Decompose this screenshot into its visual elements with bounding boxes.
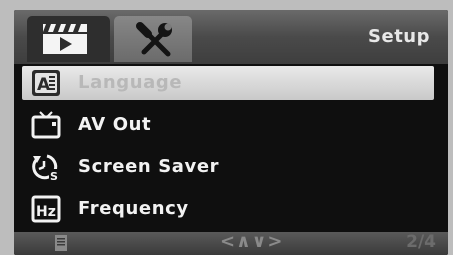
tab-video[interactable] [27, 16, 110, 62]
screensaver-icon: S [32, 154, 60, 182]
camera-screen: Setup A Language AV Out S Screen Saver H… [14, 10, 448, 255]
tab-setup[interactable] [114, 16, 192, 62]
menu-item-frequency[interactable]: Hz Frequency [22, 192, 434, 226]
navigation-arrows[interactable]: <∧∨> [220, 231, 283, 252]
menu-item-label: Language [78, 72, 183, 93]
menu-item-label: Frequency [78, 198, 189, 219]
tv-icon [31, 111, 61, 139]
frequency-icon-letters: Hz [36, 204, 56, 220]
document-icon [55, 235, 67, 251]
top-bar: Setup [14, 10, 448, 64]
language-icon: A [32, 70, 60, 96]
menu-item-language[interactable]: A Language [22, 66, 434, 100]
language-icon-letter: A [37, 75, 51, 95]
screensaver-icon-letter: S [50, 170, 58, 182]
page-indicator: 2/4 [406, 232, 436, 252]
frequency-icon: Hz [31, 195, 61, 223]
menu-item-label: AV Out [78, 114, 152, 135]
video-icon [43, 24, 87, 54]
bottom-bar: <∧∨> 2/4 [14, 231, 448, 255]
tools-icon [136, 22, 172, 57]
menu-item-label: Screen Saver [78, 156, 220, 177]
menu-item-screen-saver[interactable]: S Screen Saver [22, 150, 434, 184]
page-title: Setup [368, 26, 430, 47]
menu-item-av-out[interactable]: AV Out [22, 108, 434, 142]
